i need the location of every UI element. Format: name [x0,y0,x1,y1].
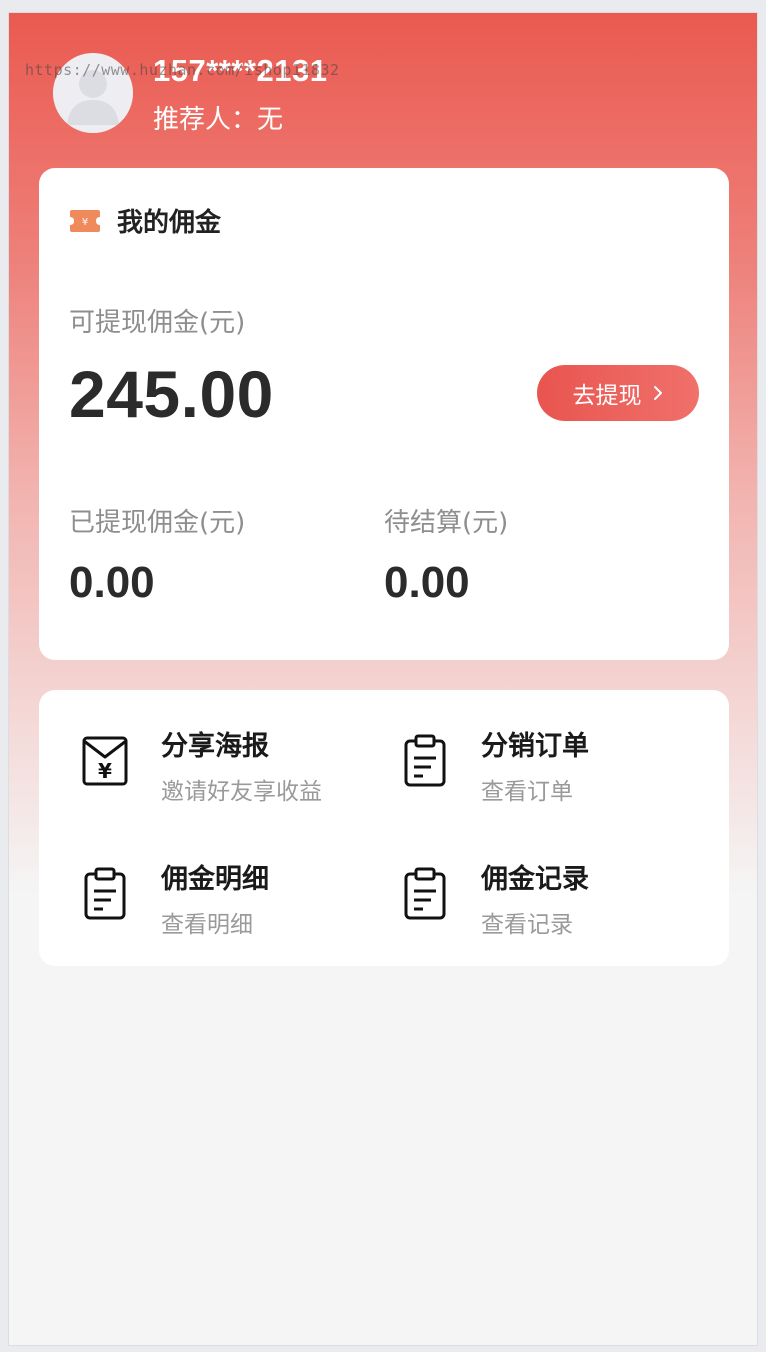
withdrawable-amount: 245.00 [69,357,274,431]
menu-item-title: 佣金记录 [481,864,589,895]
menu-item-title: 分享海报 [161,731,269,762]
withdraw-button-label: 去提现 [572,383,642,409]
withdrawable-label: 可提现佣金(元) [69,308,246,338]
clipboard-icon [404,734,446,787]
menu-item-distribution-orders[interactable]: 分销订单 查看订单 [359,690,679,805]
withdraw-button[interactable]: 去提现 [537,365,699,421]
referrer-text: 推荐人：无 [153,105,284,135]
commission-title: 我的佣金 [117,208,222,238]
menu-item-subtitle: 邀请好友享收益 [161,779,322,805]
menu-card: ¥ 分享海报 邀请好友享收益 分销订单 查看订单 佣金明细 查看明细 佣金记录 … [39,690,729,966]
watermark-text: https://www.huzhan.com/ishop11832 [25,61,340,79]
svg-text:¥: ¥ [82,217,88,228]
menu-item-title: 佣金明细 [161,864,269,895]
coupon-icon: ¥ [70,209,100,232]
chevron-right-icon [653,386,662,400]
menu-item-title: 分销订单 [481,731,589,762]
pending-amount: 0.00 [384,558,470,607]
menu-item-commission-records[interactable]: 佣金记录 查看记录 [359,823,679,938]
clipboard-icon [404,867,446,920]
menu-item-commission-details[interactable]: 佣金明细 查看明细 [39,823,359,938]
menu-item-share-poster[interactable]: ¥ 分享海报 邀请好友享收益 [39,690,359,805]
withdrawn-amount: 0.00 [69,558,155,607]
poster-envelope-icon: ¥ [82,736,128,786]
svg-text:¥: ¥ [98,759,112,783]
menu-item-subtitle: 查看记录 [481,912,573,938]
menu-item-subtitle: 查看订单 [481,779,573,805]
commission-card: ¥ 我的佣金 可提现佣金(元) 245.00 去提现 已提现佣金(元) 0.00… [39,168,729,660]
menu-item-subtitle: 查看明细 [161,912,253,938]
pending-label: 待结算(元) [384,508,509,538]
commission-card-header: ¥ 我的佣金 [69,202,221,239]
clipboard-icon [84,867,126,920]
withdrawn-label: 已提现佣金(元) [69,508,246,538]
app-screen: 157****2131 https://www.huzhan.com/ishop… [8,12,758,1346]
